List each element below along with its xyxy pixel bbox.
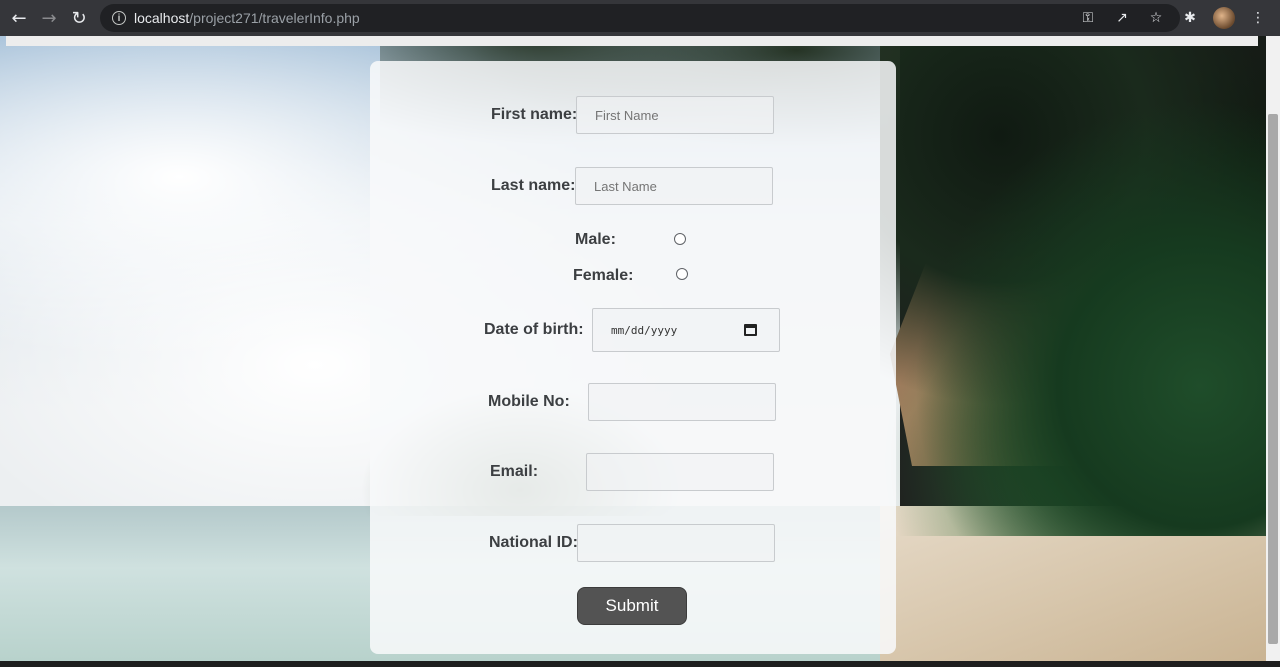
forward-button[interactable]: → bbox=[34, 3, 64, 33]
mobile-label: Mobile No: bbox=[488, 393, 570, 410]
first-name-input[interactable] bbox=[576, 96, 774, 134]
male-label: Male: bbox=[575, 231, 616, 248]
page-content: First name: Last name: Male: Female: Dat… bbox=[0, 36, 1280, 661]
email-input[interactable] bbox=[586, 453, 774, 491]
key-icon[interactable]: ⚿ bbox=[1074, 4, 1102, 32]
info-icon[interactable]: i bbox=[112, 11, 126, 25]
back-button[interactable]: ← bbox=[4, 3, 34, 33]
last-name-label: Last name: bbox=[491, 177, 576, 194]
url-host: localhost bbox=[134, 10, 190, 26]
female-label: Female: bbox=[573, 267, 634, 284]
browser-toolbar: ← → ↻ i localhost/project271/travelerInf… bbox=[0, 0, 1280, 36]
email-label: Email: bbox=[490, 463, 539, 480]
first-name-label: First name: bbox=[491, 106, 578, 123]
extensions-icon[interactable]: ✱ bbox=[1176, 4, 1204, 32]
share-icon[interactable]: ↗ bbox=[1108, 4, 1136, 32]
top-strip bbox=[6, 36, 1258, 46]
last-name-input[interactable] bbox=[575, 167, 773, 205]
dob-placeholder: mm/dd/yyyy bbox=[611, 323, 678, 337]
background-trees bbox=[880, 36, 1280, 536]
profile-button[interactable] bbox=[1210, 4, 1238, 32]
scrollbar-thumb[interactable] bbox=[1268, 114, 1278, 644]
female-radio[interactable] bbox=[676, 268, 688, 280]
traveler-form: First name: Last name: Male: Female: Dat… bbox=[370, 61, 896, 654]
national-id-input[interactable] bbox=[577, 524, 775, 562]
dob-input[interactable]: mm/dd/yyyy bbox=[592, 308, 780, 352]
calendar-icon[interactable] bbox=[744, 324, 757, 336]
dob-label: Date of birth: bbox=[484, 321, 584, 338]
submit-button[interactable]: Submit bbox=[577, 587, 687, 625]
menu-icon[interactable]: ⋮ bbox=[1244, 4, 1272, 32]
bottom-edge bbox=[0, 661, 1280, 667]
male-radio[interactable] bbox=[674, 233, 686, 245]
avatar bbox=[1213, 7, 1235, 29]
url-path: /project271/travelerInfo.php bbox=[189, 10, 360, 26]
reload-button[interactable]: ↻ bbox=[64, 3, 94, 33]
mobile-input[interactable] bbox=[588, 383, 776, 421]
national-id-label: National ID: bbox=[489, 534, 578, 551]
arrow-right-icon: → bbox=[41, 7, 57, 29]
reload-icon: ↻ bbox=[71, 7, 87, 29]
star-icon[interactable]: ☆ bbox=[1142, 4, 1170, 32]
scrollbar[interactable] bbox=[1266, 36, 1280, 661]
address-bar[interactable]: i localhost/project271/travelerInfo.php bbox=[100, 4, 1180, 32]
arrow-left-icon: ← bbox=[11, 7, 27, 29]
